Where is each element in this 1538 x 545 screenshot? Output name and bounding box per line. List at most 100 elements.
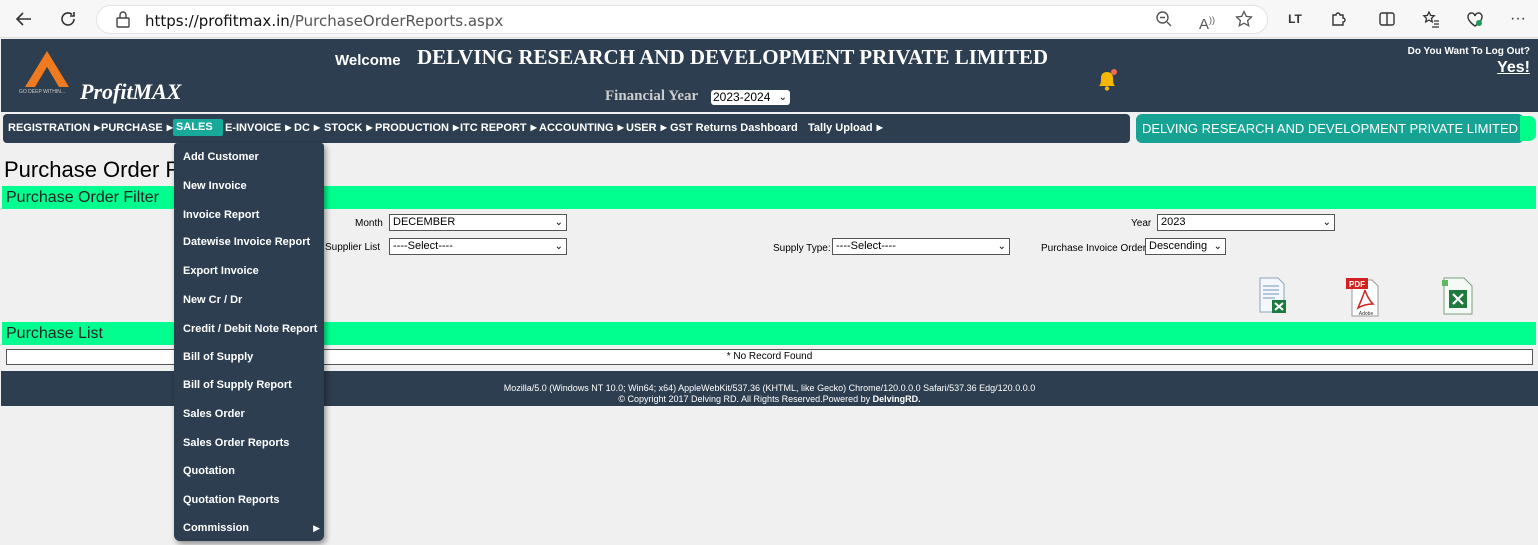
month-label: Month: [355, 218, 383, 229]
pdf-brand: Adobe: [1359, 311, 1374, 317]
browser-essentials-icon[interactable]: [1465, 9, 1485, 29]
menu-item-bill-of-supply-report[interactable]: Bill of Supply Report: [183, 379, 292, 391]
nav-user[interactable]: USER ▶: [626, 122, 667, 134]
menu-item-quotation[interactable]: Quotation: [183, 465, 235, 477]
submenu-arrow-icon: ▶: [313, 523, 320, 533]
chevron-down-icon: ⌄: [997, 241, 1006, 252]
purchase-invoice-order-select[interactable]: Descending ⌄: [1145, 238, 1226, 255]
menu-item-commission[interactable]: Commission: [183, 522, 249, 534]
menu-item-datewise-invoice-report[interactable]: Datewise Invoice Report: [183, 236, 310, 248]
menu-item-sales-order[interactable]: Sales Order: [183, 408, 245, 420]
logout-yes-link[interactable]: Yes!: [1497, 59, 1530, 77]
caret-right-icon: ▶: [94, 123, 101, 132]
supplier-list-label: Supplier List: [325, 242, 381, 253]
company-name: DELVING RESEARCH AND DEVELOPMENT PRIVATE…: [417, 45, 1049, 69]
welcome-text: Welcome: [335, 52, 401, 69]
menu-item-new-invoice[interactable]: New Invoice: [183, 180, 247, 192]
nav-itc-report[interactable]: ITC REPORT ▶: [460, 122, 537, 134]
nav-label: Tally Upload: [808, 122, 873, 134]
supplier-list-value: ----Select----: [393, 240, 453, 252]
nav-e-invoice[interactable]: E-INVOICE ▶: [225, 122, 291, 134]
brand-name: ProfitMAX: [80, 79, 182, 104]
purchase-invoice-order-value: Descending: [1149, 240, 1208, 252]
nav-label: PURCHASE: [101, 122, 163, 134]
caret-right-icon: ▶: [285, 123, 292, 132]
nav-label: GST Returns Dashboard: [670, 122, 798, 134]
extensions-puzzle-icon[interactable]: [1329, 9, 1349, 29]
nav-registration[interactable]: REGISTRATION ▶: [8, 122, 100, 134]
url-path: /PurchaseOrderReports.aspx: [289, 12, 504, 30]
chevron-down-icon: ⌄: [778, 92, 787, 103]
nav-tally-upload[interactable]: Tally Upload ▶: [808, 122, 883, 134]
export-pdf-icon[interactable]: PDF Adobe: [1344, 276, 1384, 323]
lock-icon[interactable]: [113, 10, 133, 30]
year-value: 2023: [1161, 216, 1186, 228]
menu-item-quotation-reports[interactable]: Quotation Reports: [183, 494, 280, 506]
back-icon[interactable]: [14, 9, 34, 29]
nav-stock[interactable]: STOCK ▶: [324, 122, 372, 134]
app-header: GO DEEP WITHIN... ProfitMAX Welcome DELV…: [1, 39, 1538, 112]
financial-year-select[interactable]: 2023-2024 ⌄: [711, 90, 790, 105]
financial-year-label: Financial Year: [605, 88, 699, 104]
browser-toolbar: https://profitmax.in/PurchaseOrderReport…: [0, 0, 1538, 38]
url-host: https://profitmax.in: [145, 12, 290, 30]
chevron-down-icon: ⌄: [1322, 217, 1331, 228]
month-select[interactable]: DECEMBER ⌄: [389, 214, 567, 231]
supplier-list-select[interactable]: ----Select---- ⌄: [389, 238, 567, 255]
menu-item-invoice-report[interactable]: Invoice Report: [183, 209, 259, 221]
notification-bell-icon[interactable]: [1095, 67, 1119, 93]
no-record-text: * No Record Found: [726, 351, 813, 362]
menu-item-sales-order-reports[interactable]: Sales Order Reports: [183, 437, 289, 449]
url-text: https://profitmax.in/PurchaseOrderReport…: [145, 12, 503, 30]
favorite-star-icon[interactable]: [1234, 9, 1254, 30]
caret-right-icon: ▶: [617, 123, 624, 132]
company-pill-accent: [1520, 116, 1536, 141]
zoom-out-icon[interactable]: [1154, 10, 1174, 30]
nav-label: ITC REPORT: [460, 122, 527, 134]
address-bar[interactable]: https://profitmax.in/PurchaseOrderReport…: [96, 5, 1268, 34]
copyright-text: © Copyright 2017 Delving RD. All Rights …: [618, 394, 873, 404]
nav-label: ACCOUNTING: [539, 122, 614, 134]
sales-dropdown-menu: Add Customer New Invoice Invoice Report …: [174, 143, 324, 541]
export-csv-icon[interactable]: [1258, 276, 1288, 321]
refresh-icon[interactable]: [58, 9, 78, 29]
nav-label: DC: [294, 122, 310, 134]
nav-gst-returns-dashboard[interactable]: GST Returns Dashboard: [670, 122, 798, 134]
caret-right-icon: ▶: [452, 123, 460, 132]
extension-lt-icon[interactable]: LT: [1285, 9, 1305, 29]
financial-year-value: 2023-2024: [713, 90, 771, 104]
nav-dc[interactable]: DC ▶: [294, 122, 320, 134]
menu-item-export-invoice[interactable]: Export Invoice: [183, 265, 259, 277]
page-title: Purchase Order Re: [4, 157, 194, 182]
year-select[interactable]: 2023 ⌄: [1157, 214, 1335, 231]
nav-accounting[interactable]: ACCOUNTING ▶: [539, 122, 624, 134]
caret-right-icon: ▶: [366, 123, 373, 132]
nav-sales[interactable]: SALES: [173, 119, 223, 136]
nav-purchase[interactable]: PURCHASE ▶: [101, 122, 173, 134]
nav-label: SALES: [176, 121, 213, 133]
chevron-down-icon: ⌄: [554, 241, 563, 252]
month-value: DECEMBER: [393, 216, 456, 228]
menu-item-add-customer[interactable]: Add Customer: [183, 151, 259, 163]
company-pill: DELVING RESEARCH AND DEVELOPMENT PRIVATE…: [1136, 114, 1524, 143]
purchase-invoice-order-label: Purchase Invoice Order:: [1041, 243, 1149, 254]
read-aloud-icon[interactable]: A)): [1197, 10, 1217, 33]
nav-label: E-INVOICE: [225, 122, 282, 134]
favorites-list-icon[interactable]: [1421, 9, 1441, 29]
split-screen-icon[interactable]: [1377, 9, 1397, 29]
menu-item-bill-of-supply[interactable]: Bill of Supply: [183, 351, 253, 363]
export-excel-icon[interactable]: [1440, 276, 1476, 321]
caret-right-icon: ▶: [166, 123, 173, 132]
nav-production[interactable]: PRODUCTION ▶: [375, 122, 459, 134]
caret-right-icon: ▶: [876, 123, 883, 132]
nav-label: REGISTRATION: [8, 122, 91, 134]
supply-type-label: Supply Type:: [773, 243, 831, 254]
powered-by-link[interactable]: DelvingRD.: [873, 394, 921, 404]
caret-right-icon: ▶: [660, 123, 667, 132]
nav-label: STOCK: [324, 122, 363, 134]
supply-type-select[interactable]: ----Select---- ⌄: [832, 238, 1010, 255]
menu-item-credit-debit-note-report[interactable]: Credit / Debit Note Report: [183, 323, 317, 335]
menu-item-new-cr-dr[interactable]: New Cr / Dr: [183, 294, 242, 306]
caret-right-icon: ▶: [313, 123, 321, 132]
more-options-icon[interactable]: ···: [1508, 9, 1528, 29]
